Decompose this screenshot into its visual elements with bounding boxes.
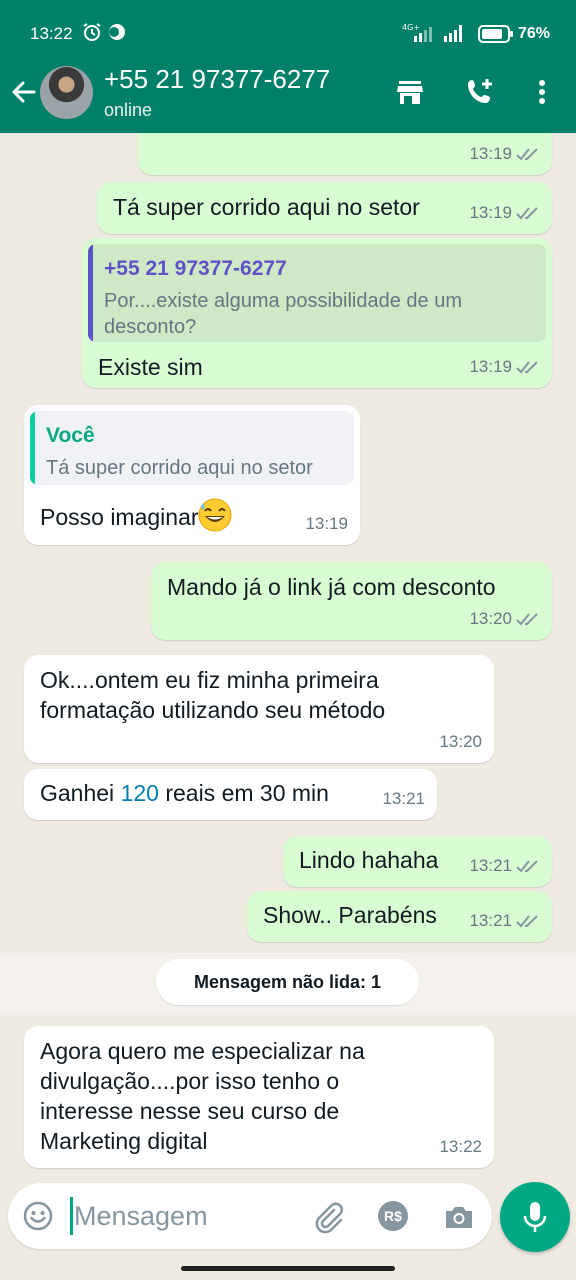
double-check-icon bbox=[516, 613, 538, 626]
message-bubble[interactable]: Mando já o link já com desconto 13:20 bbox=[151, 562, 552, 640]
message-time: 13:20 bbox=[469, 609, 512, 628]
message-bubble[interactable]: +55 21 97377-6277 Por....existe alguma p… bbox=[82, 238, 552, 388]
message-meta: 13:20 bbox=[439, 727, 482, 757]
signal-icon: 4G+ bbox=[402, 23, 462, 42]
store-icon[interactable] bbox=[394, 76, 426, 108]
network-label: 4G+ bbox=[402, 23, 420, 32]
message-input[interactable] bbox=[74, 1193, 304, 1239]
contact-avatar[interactable] bbox=[40, 66, 93, 119]
battery-icon bbox=[478, 25, 513, 43]
quote-bar bbox=[88, 244, 93, 342]
emoji-icon[interactable] bbox=[22, 1200, 54, 1232]
message-meta: 13:19 bbox=[469, 139, 540, 169]
message-bubble[interactable]: Agora quero me especializar na divulgaçã… bbox=[24, 1026, 494, 1168]
data-saver-icon bbox=[109, 24, 125, 40]
unread-divider: Mensagem não lida: 1 bbox=[156, 959, 419, 1005]
contact-name[interactable]: +55 21 97377-6277 bbox=[104, 64, 330, 95]
back-arrow-icon[interactable] bbox=[10, 78, 38, 106]
message-time: 13:19 bbox=[469, 203, 512, 222]
message-text: Lindo hahaha bbox=[299, 847, 439, 873]
message-meta: 13:22 bbox=[439, 1132, 482, 1162]
message-text: Agora quero me especializar na divulgaçã… bbox=[40, 1038, 365, 1154]
phone-number-link[interactable]: 120 bbox=[121, 780, 159, 806]
message-text: Ok....ontem eu fiz minha primeira format… bbox=[40, 667, 386, 723]
double-check-icon bbox=[516, 915, 538, 928]
message-meta: 13:19 bbox=[469, 198, 540, 228]
message-text: Posso imaginar bbox=[40, 497, 233, 533]
message-text-body: Posso imaginar bbox=[40, 504, 199, 530]
voice-message-button[interactable] bbox=[500, 1182, 570, 1252]
message-meta: 13:20 bbox=[469, 604, 540, 634]
message-text: Mando já o link já com desconto bbox=[167, 574, 496, 600]
message-text: Show.. Parabéns bbox=[263, 902, 437, 928]
message-meta: 13:19 bbox=[469, 352, 540, 382]
add-call-icon[interactable] bbox=[464, 76, 496, 108]
contact-status: online bbox=[104, 100, 153, 120]
payment-button[interactable]: R$ bbox=[378, 1201, 408, 1231]
message-text: Existe sim bbox=[98, 354, 203, 380]
quoted-message[interactable]: +55 21 97377-6277 Por....existe alguma p… bbox=[88, 244, 546, 342]
quote-author: +55 21 97377-6277 bbox=[104, 257, 287, 280]
battery-percent: 76% bbox=[518, 25, 551, 42]
app-header: 13:22 4G+ 76% +55 21 97377-6277 online bbox=[0, 0, 576, 133]
message-meta: 13:21 bbox=[469, 906, 540, 936]
message-meta: 13:19 bbox=[305, 509, 348, 539]
message-time: 13:21 bbox=[382, 789, 425, 808]
double-check-icon bbox=[516, 148, 538, 161]
message-bubble[interactable]: Ok....ontem eu fiz minha primeira format… bbox=[24, 655, 494, 763]
quote-text: Por....existe alguma possibilidade de um… bbox=[104, 290, 462, 338]
message-text-before: Ganhei bbox=[40, 780, 121, 806]
message-time: 13:21 bbox=[469, 911, 512, 930]
grinning-sweat-emoji-icon bbox=[198, 498, 232, 532]
message-time: 13:21 bbox=[469, 856, 512, 875]
quoted-message[interactable]: Você Tá super corrido aqui no setor bbox=[30, 411, 354, 485]
message-time: 13:20 bbox=[439, 732, 482, 751]
quote-bar bbox=[30, 411, 35, 485]
message-composer: R$ bbox=[8, 1183, 492, 1249]
message-bubble[interactable]: Você Tá super corrido aqui no setor Poss… bbox=[24, 405, 360, 545]
home-indicator[interactable] bbox=[181, 1266, 395, 1271]
double-check-icon bbox=[516, 860, 538, 873]
text-cursor bbox=[70, 1197, 73, 1235]
message-bubble[interactable]: Tá super corrido aqui no setor 13:19 bbox=[97, 182, 552, 234]
system-nav-bar bbox=[0, 1256, 576, 1280]
mic-icon bbox=[523, 1202, 547, 1232]
status-time: 13:22 bbox=[30, 24, 73, 43]
message-time: 13:22 bbox=[439, 1137, 482, 1156]
message-bubble[interactable]: Show.. Parabéns 13:21 bbox=[247, 891, 552, 942]
message-bubble[interactable]: 13:19 bbox=[138, 133, 552, 175]
alarm-icon bbox=[83, 23, 101, 41]
more-vert-icon[interactable] bbox=[528, 76, 556, 108]
message-meta: 13:21 bbox=[382, 784, 425, 814]
message-meta: 13:21 bbox=[469, 851, 540, 881]
chat-header: +55 21 97377-6277 online bbox=[0, 60, 576, 133]
message-time: 13:19 bbox=[305, 514, 348, 533]
double-check-icon bbox=[516, 207, 538, 220]
message-time: 13:19 bbox=[469, 357, 512, 376]
status-bar: 13:22 4G+ 76% bbox=[0, 0, 576, 60]
message-text: Tá super corrido aqui no setor bbox=[113, 194, 420, 220]
camera-icon[interactable] bbox=[442, 1200, 476, 1234]
message-bubble[interactable]: Ganhei 120 reais em 30 min 13:21 bbox=[24, 769, 437, 820]
chat-area[interactable]: 13:19 Tá super corrido aqui no setor 13:… bbox=[0, 133, 576, 1180]
double-check-icon bbox=[516, 361, 538, 374]
message-text: Ganhei 120 reais em 30 min bbox=[40, 778, 329, 808]
quote-text: Tá super corrido aqui no setor bbox=[46, 457, 313, 479]
message-time: 13:19 bbox=[469, 144, 512, 163]
message-bubble[interactable]: Lindo hahaha 13:21 bbox=[283, 836, 552, 887]
quote-author: Você bbox=[46, 424, 95, 447]
attach-icon[interactable] bbox=[312, 1200, 346, 1234]
message-text-after: reais em 30 min bbox=[158, 780, 329, 806]
